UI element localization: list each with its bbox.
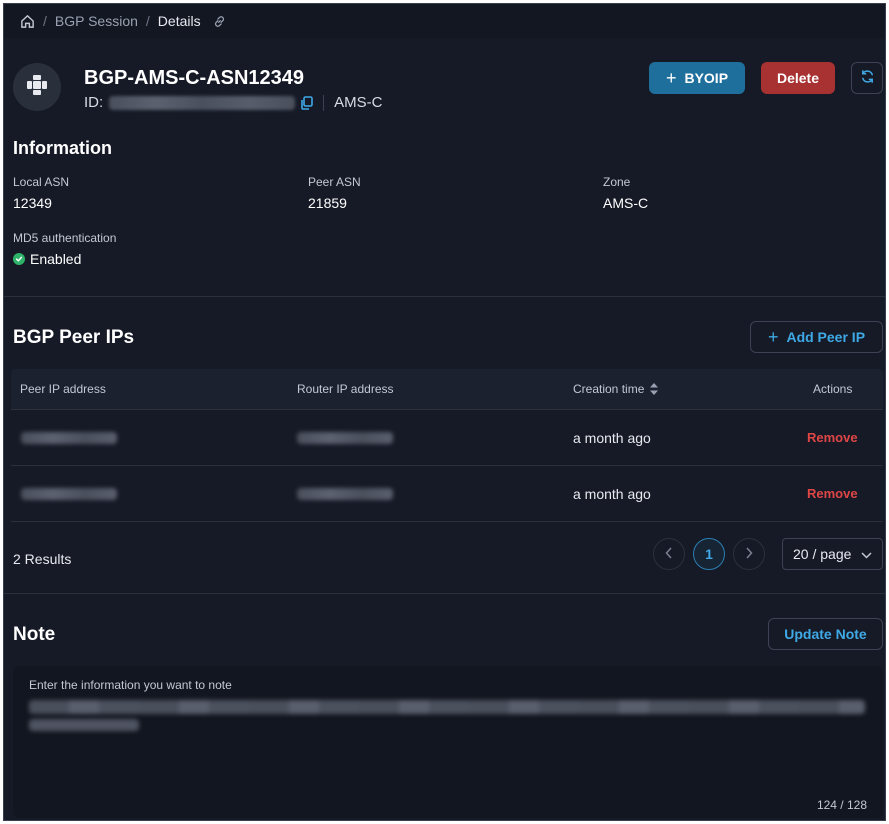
id-divider <box>323 94 325 111</box>
md5-label: MD5 authentication <box>13 231 117 245</box>
page-title: BGP-AMS-C-ASN12349 <box>84 67 305 89</box>
section-divider <box>4 593 885 594</box>
chevron-right-icon <box>745 546 753 562</box>
refresh-icon <box>860 69 875 87</box>
table-bottom-border <box>11 521 883 522</box>
peer-ip-redacted <box>21 431 117 444</box>
plus-icon: + <box>767 326 779 347</box>
session-id-row: ID: AMS-C <box>84 94 383 111</box>
breadcrumb-bgp-session[interactable]: BGP Session <box>55 13 138 29</box>
session-avatar <box>13 63 61 111</box>
peer-asn-value: 21859 <box>308 195 347 211</box>
peer-ip-table: Peer IP address Router IP address Creati… <box>11 369 883 522</box>
check-circle-icon <box>13 253 25 265</box>
remove-button[interactable]: Remove <box>807 410 858 465</box>
table-row: a month ago Remove <box>11 409 883 465</box>
md5-status-text: Enabled <box>30 251 82 267</box>
local-asn-value: 12349 <box>13 195 52 211</box>
byoip-button-label: BYOIP <box>684 70 729 86</box>
copy-icon[interactable] <box>301 95 313 110</box>
link-icon[interactable] <box>213 15 226 28</box>
information-heading: Information <box>13 138 112 158</box>
router-ip-redacted <box>297 487 393 500</box>
delete-button[interactable]: Delete <box>761 62 835 94</box>
plus-icon: + <box>665 67 677 88</box>
note-textarea[interactable]: Enter the information you want to note 1… <box>13 666 883 818</box>
md5-status: Enabled <box>13 251 81 267</box>
page-button-1[interactable]: 1 <box>693 538 725 570</box>
chevron-left-icon <box>665 546 673 562</box>
id-label: ID: <box>84 94 104 111</box>
peer-ip-redacted <box>21 487 117 500</box>
zone-value: AMS-C <box>603 195 649 211</box>
router-ip-redacted <box>297 431 393 444</box>
network-grid-icon <box>25 73 49 102</box>
table-row: a month ago Remove <box>11 465 883 521</box>
note-placeholder: Enter the information you want to note <box>29 678 232 692</box>
home-icon[interactable] <box>20 14 35 29</box>
breadcrumb-separator: / <box>43 13 47 29</box>
note-char-counter: 124 / 128 <box>816 798 867 812</box>
local-asn-label: Local ASN <box>13 175 70 189</box>
session-id-value-redacted <box>109 95 296 110</box>
note-text-redacted <box>29 719 139 731</box>
table-header: Peer IP address Router IP address Creati… <box>11 369 883 409</box>
page-size-value: 20 / page <box>793 546 852 562</box>
chevron-down-icon <box>861 546 872 562</box>
next-page-button[interactable] <box>733 538 765 570</box>
remove-button[interactable]: Remove <box>807 466 858 521</box>
results-count: 2 Results <box>13 551 72 567</box>
breadcrumb-details: Details <box>157 13 201 29</box>
refresh-button[interactable] <box>851 62 883 94</box>
note-heading: Note <box>13 624 56 645</box>
update-note-button[interactable]: Update Note <box>768 618 883 650</box>
zone-text: AMS-C <box>334 94 383 111</box>
section-divider <box>4 296 885 297</box>
breadcrumb: / BGP Session / Details <box>4 4 885 38</box>
sort-icon[interactable] <box>650 383 659 395</box>
add-peer-ip-button[interactable]: + Add Peer IP <box>750 321 883 353</box>
col-router-ip: Router IP address <box>297 382 394 396</box>
creation-time: a month ago <box>573 485 651 502</box>
note-text-redacted <box>29 700 865 714</box>
breadcrumb-separator: / <box>145 13 150 29</box>
prev-page-button[interactable] <box>653 538 685 570</box>
creation-time: a month ago <box>573 429 651 446</box>
col-creation-time[interactable]: Creation time <box>573 369 659 409</box>
peer-asn-label: Peer ASN <box>308 175 361 189</box>
add-peer-ip-label: Add Peer IP <box>786 329 866 345</box>
byoip-button[interactable]: + BYOIP <box>649 62 745 94</box>
col-actions: Actions <box>813 382 853 396</box>
col-peer-ip: Peer IP address <box>20 382 106 396</box>
col-creation-time-label: Creation time <box>573 382 645 396</box>
bgp-peer-ips-heading: BGP Peer IPs <box>13 327 135 348</box>
page-size-select[interactable]: 20 / page <box>782 538 883 570</box>
zone-label: Zone <box>603 175 631 189</box>
bgp-session-details-page: / BGP Session / Details BGP-AMS-C-ASN123… <box>3 3 886 821</box>
